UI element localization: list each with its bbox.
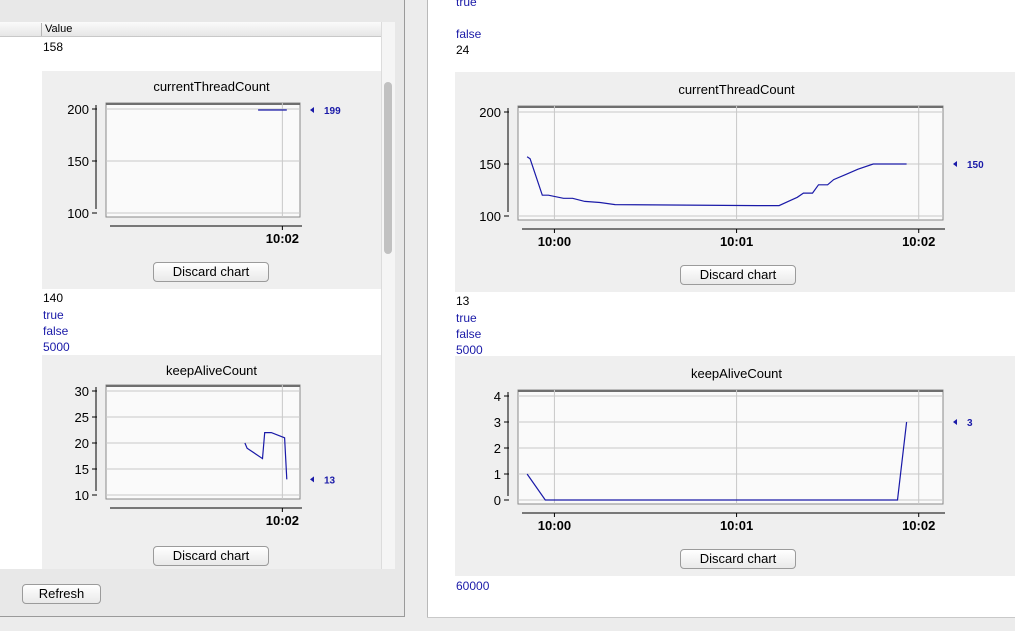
plot-area <box>517 105 944 221</box>
y-tick-label: 200 <box>479 105 501 120</box>
discard-chart-button[interactable]: Discard chart <box>153 262 269 282</box>
value-cell: true <box>456 0 477 9</box>
plot-area <box>517 389 944 505</box>
last-value-label: 199 <box>324 106 341 117</box>
y-tick-label: 0 <box>494 493 501 508</box>
value-cell: 24 <box>456 43 470 57</box>
y-tick-label: 100 <box>67 206 89 221</box>
value-cell: 5000 <box>43 340 70 354</box>
y-tick-label: 10 <box>75 488 89 503</box>
discard-chart-button[interactable]: Discard chart <box>680 265 796 285</box>
value-cell: false <box>456 27 482 41</box>
keepalive-count-chart: 30 25 20 15 10 10:02 13 <box>75 384 336 528</box>
y-tick-label: 4 <box>494 389 501 404</box>
last-value-marker <box>310 107 314 114</box>
refresh-button[interactable]: Refresh <box>22 584 101 604</box>
x-tick-label: 10:02 <box>266 231 299 246</box>
plot-area <box>105 384 301 500</box>
value-cell: false <box>43 324 69 338</box>
x-tick-label: 10:02 <box>902 518 935 533</box>
keepalive-count-chart: 4 3 2 1 0 10:00 10:01 10:02 3 <box>494 389 973 533</box>
thread-count-chart: 200 150 100 10:00 10:01 10:02 150 <box>479 105 984 249</box>
y-tick-label: 15 <box>75 462 89 477</box>
discard-chart-button[interactable]: Discard chart <box>153 546 269 566</box>
plot-area <box>105 102 301 218</box>
y-tick-label: 150 <box>479 157 501 172</box>
value-column-label: Value <box>45 23 73 35</box>
discard-chart-button[interactable]: Discard chart <box>680 549 796 569</box>
last-value-label: 3 <box>967 418 973 429</box>
value-cell: 140 <box>43 291 64 305</box>
column-separator <box>41 23 42 36</box>
x-tick-label: 10:01 <box>720 518 753 533</box>
value-column-header[interactable]: Value <box>0 22 381 37</box>
y-tick-label: 2 <box>494 441 501 456</box>
x-tick-label: 10:00 <box>538 518 571 533</box>
last-value-label: 150 <box>967 160 984 171</box>
y-tick-label: 150 <box>67 154 89 169</box>
scrollbar-thumb[interactable] <box>384 82 392 254</box>
last-value-label: 13 <box>324 475 336 486</box>
x-tick-label: 10:02 <box>902 234 935 249</box>
value-cell: 158 <box>43 40 64 54</box>
last-value-marker <box>953 419 957 425</box>
x-tick-label: 10:02 <box>266 513 299 528</box>
last-value-marker <box>310 476 314 483</box>
value-cell: true <box>43 308 64 322</box>
value-cell: 13 <box>456 294 470 308</box>
y-tick-label: 3 <box>494 415 501 430</box>
value-cell: true <box>456 311 477 325</box>
thread-count-chart: 200 150 100 10:02 199 <box>67 102 341 246</box>
value-cell: 60000 <box>456 579 490 593</box>
y-tick-label: 25 <box>75 410 89 425</box>
y-tick-label: 20 <box>75 436 89 451</box>
value-cell: false <box>456 327 482 341</box>
y-tick-label: 200 <box>67 102 89 117</box>
y-tick-label: 1 <box>494 467 501 482</box>
value-cell: 5000 <box>456 343 483 357</box>
x-tick-label: 10:00 <box>538 234 571 249</box>
y-tick-label: 100 <box>479 209 501 224</box>
y-tick-label: 30 <box>75 384 89 399</box>
last-value-marker <box>953 161 957 167</box>
x-tick-label: 10:01 <box>720 234 753 249</box>
window-bottom-bar <box>427 617 1015 631</box>
